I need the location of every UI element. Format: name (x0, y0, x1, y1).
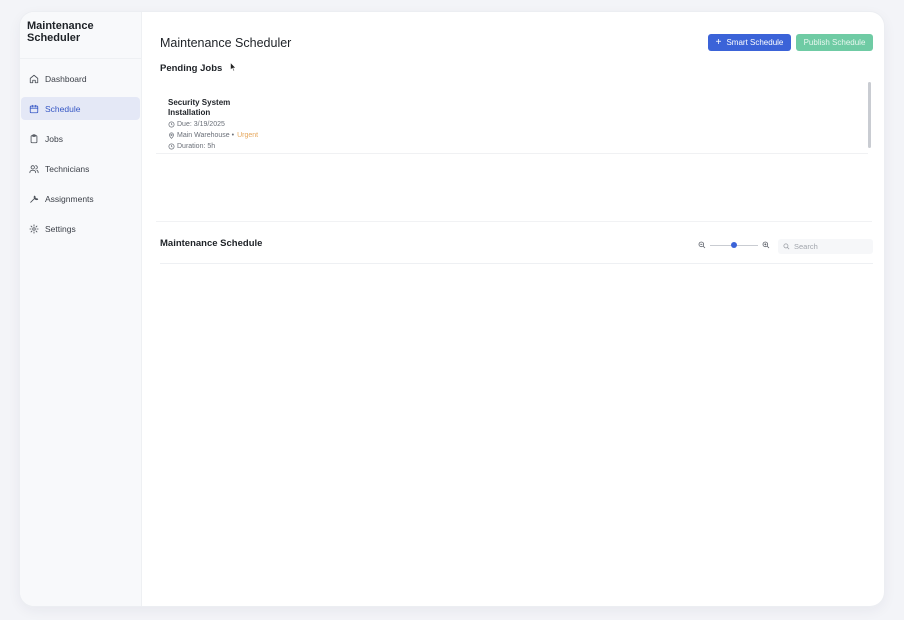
smart-schedule-button[interactable]: + Smart Schedule (708, 34, 791, 51)
main-content: Maintenance Scheduler + Smart Schedule P… (142, 12, 884, 606)
clock-icon (168, 121, 175, 128)
job-title: Security System Installation (168, 98, 231, 117)
job-duration-text: Duration: 5h (177, 143, 216, 150)
sidebar-item-dashboard[interactable]: Dashboard (21, 67, 140, 90)
job-due: Due: 3/19/2025 (168, 121, 868, 128)
zoom-control (698, 241, 770, 249)
wrench-icon (30, 195, 39, 203)
job-card[interactable]: Security System Installation Due: 3/19/2… (156, 82, 868, 154)
job-duration: Duration: 5h (168, 143, 868, 150)
pending-jobs-list[interactable]: Security System Installation Due: 3/19/2… (156, 82, 872, 222)
sidebar-item-assignments[interactable]: Assignments (21, 187, 140, 210)
job-location-text: Main Warehouse (177, 132, 230, 139)
pending-jobs-title: Pending Jobs (160, 63, 223, 74)
clock-icon (168, 143, 175, 150)
calendar-icon (29, 104, 39, 113)
sidebar-item-label: Settings (45, 223, 76, 234)
sidebar-item-label: Schedule (45, 103, 81, 114)
maintenance-schedule-title: Maintenance Schedule (160, 238, 263, 249)
map-pin-icon (169, 132, 174, 139)
search-icon (783, 243, 790, 250)
search-box[interactable] (778, 239, 873, 254)
brand-title: Maintenance Scheduler (20, 20, 141, 59)
sidebar-item-label: Dashboard (45, 73, 87, 84)
clipboard-icon (30, 133, 38, 143)
sidebar-item-label: Jobs (45, 133, 63, 144)
sidebar-item-settings[interactable]: Settings (21, 217, 140, 240)
search-input[interactable] (794, 242, 870, 251)
home-icon (29, 74, 39, 83)
users-icon (29, 164, 39, 173)
pending-jobs-scrollbar[interactable] (868, 82, 871, 148)
zoom-slider[interactable] (710, 241, 758, 249)
app-window: Maintenance Scheduler Dashboard Schedule… (20, 12, 884, 606)
job-location: Main Warehouse • Urgent (168, 132, 868, 139)
plus-icon: + (715, 36, 722, 48)
sidebar-item-technicians[interactable]: Technicians (21, 157, 140, 180)
schedule-divider (160, 263, 873, 264)
sidebar-item-jobs[interactable]: Jobs (21, 127, 140, 150)
zoom-out-icon[interactable] (698, 241, 706, 249)
zoom-slider-thumb[interactable] (731, 242, 737, 248)
priority-badge: Urgent (237, 132, 259, 139)
sidebar: Maintenance Scheduler Dashboard Schedule… (20, 12, 142, 606)
publish-schedule-label: Publish Schedule (803, 38, 866, 47)
smart-schedule-label: Smart Schedule (726, 38, 784, 47)
separator-dot: • (229, 132, 235, 139)
sidebar-item-schedule[interactable]: Schedule (21, 97, 140, 120)
zoom-in-icon[interactable] (762, 241, 770, 249)
sidebar-item-label: Assignments (45, 193, 94, 204)
publish-schedule-button[interactable]: Publish Schedule (796, 34, 873, 51)
job-due-text: Due: 3/19/2025 (177, 121, 225, 128)
sidebar-item-label: Technicians (45, 163, 90, 174)
page-title: Maintenance Scheduler (160, 36, 292, 50)
gear-icon (29, 223, 39, 234)
mouse-cursor-icon (230, 62, 237, 72)
